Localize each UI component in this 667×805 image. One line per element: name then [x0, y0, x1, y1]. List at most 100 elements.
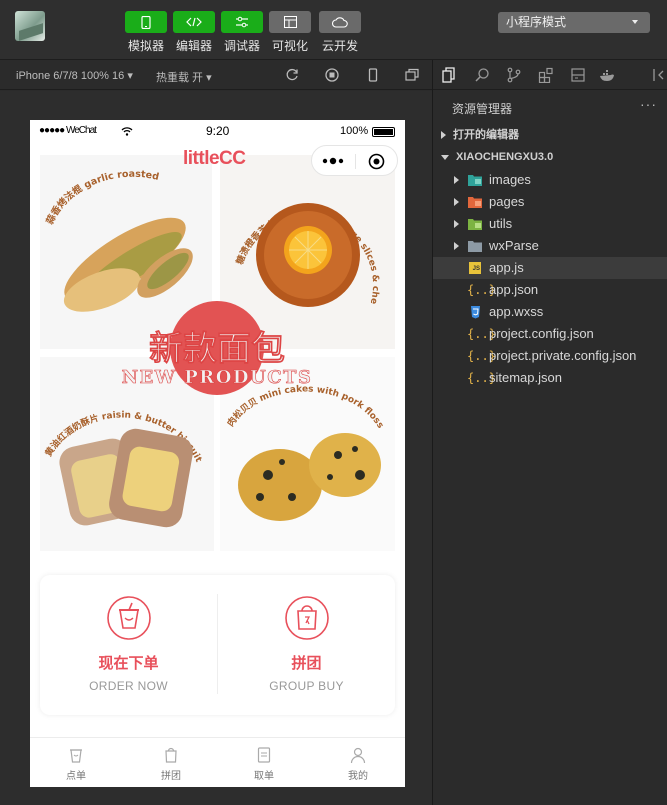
- visual-label: 可视化: [271, 39, 308, 53]
- docker-icon[interactable]: [599, 67, 615, 83]
- folder-images-label: images: [489, 172, 531, 187]
- source-control-icon[interactable]: [506, 67, 522, 83]
- chevron-down-icon: [632, 20, 638, 24]
- simulator-toolbar: iPhone 6/7/8 100% 16 ▾ 热重载 开 ▾: [0, 60, 432, 90]
- code-icon: [173, 11, 215, 33]
- file-app-json[interactable]: {..} app.json: [433, 279, 667, 301]
- device-select-value: iPhone 6/7/8 100% 16: [16, 70, 125, 82]
- simulator-label: 模拟器: [127, 39, 164, 53]
- tab-pickup[interactable]: 取单: [234, 746, 294, 782]
- user-tab-icon: [350, 747, 366, 764]
- stop-icon[interactable]: [325, 68, 339, 82]
- phone-icon: [125, 11, 167, 33]
- caption-pork: 肉松贝贝 mini cakes with pork floss: [224, 384, 385, 430]
- chevron-down-icon: [441, 154, 449, 160]
- order-now-button[interactable]: 现在下单 ORDER NOW: [40, 595, 217, 693]
- folder-pages[interactable]: pages: [433, 191, 667, 213]
- pages-folder-icon: [468, 197, 482, 208]
- tab-pickup-label: 取单: [254, 771, 274, 782]
- debugger-button[interactable]: 调试器: [221, 11, 263, 54]
- tab-mine[interactable]: 我的: [328, 746, 388, 782]
- product-tile-raisin[interactable]: 黄油红酒奶酥片 raisin & butter biscuit: [40, 357, 214, 551]
- more-actions-icon[interactable]: ···: [640, 96, 657, 112]
- collapse-panel-icon[interactable]: [651, 67, 667, 83]
- project-label: XIAOCHENGXU3.0: [456, 151, 554, 163]
- chevron-right-icon: [441, 131, 446, 140]
- carrier-text: ●●●●● WeChat: [39, 125, 97, 136]
- tab-group-label: 拼团: [161, 771, 181, 782]
- simulator-button[interactable]: 模拟器: [125, 11, 167, 54]
- open-editors-section[interactable]: 打开的编辑器: [433, 124, 667, 146]
- folder-wxparse[interactable]: wxParse: [433, 235, 667, 257]
- group-buy-cn: 拼团: [291, 655, 322, 672]
- battery-text: 100%: [340, 125, 369, 137]
- cloud-label: 云开发: [321, 39, 358, 53]
- brand-logo: littleCC: [183, 148, 246, 169]
- image-folder-icon: [468, 175, 482, 186]
- editor-button[interactable]: 编辑器: [173, 11, 215, 54]
- file-project-private-config[interactable]: {..} project.private.config.json: [433, 345, 667, 367]
- folder-wxparse-label: wxParse: [489, 238, 539, 253]
- top-toolbar: 模拟器 编辑器 调试器 可视化 云开发 小程序模式: [0, 0, 667, 60]
- file-project-config-label: project.config.json: [489, 326, 594, 341]
- tab-group[interactable]: 拼团: [141, 746, 201, 782]
- bag-tab-icon: [165, 747, 177, 763]
- capsule-divider: [355, 154, 356, 169]
- product-tile-pork[interactable]: 肉松贝贝 mini cakes with pork floss: [220, 357, 395, 551]
- cup-icon: [106, 596, 151, 640]
- file-project-private-config-label: project.private.config.json: [489, 348, 637, 363]
- search-icon[interactable]: [474, 67, 490, 83]
- file-app-js-label: app.js: [489, 260, 524, 275]
- folder-icon: [468, 241, 482, 252]
- popout-icon[interactable]: [405, 68, 419, 82]
- raisin-biscuit-image: 黄油红酒奶酥片 raisin & butter biscuit: [42, 410, 203, 528]
- folder-pages-label: pages: [489, 194, 525, 209]
- group-buy-button[interactable]: 拼团 GROUP BUY: [218, 595, 395, 693]
- debugger-label: 调试器: [223, 39, 260, 53]
- chevron-right-icon: [454, 242, 459, 250]
- files-icon[interactable]: [441, 67, 457, 83]
- tab-mine-label: 我的: [348, 771, 368, 782]
- product-tile-garlic[interactable]: 蒜香烤法棍 garlic roasted: [40, 155, 212, 349]
- more-dots-icon[interactable]: [322, 157, 344, 165]
- file-sitemap-label: sitemap.json: [489, 370, 562, 385]
- mode-select-value: 小程序模式: [506, 15, 567, 29]
- device-select[interactable]: iPhone 6/7/8 100% 16 ▾: [16, 69, 133, 82]
- css-file-icon: [471, 306, 480, 319]
- folder-utils-label: utils: [489, 216, 513, 231]
- file-app-json-label: app.json: [489, 282, 539, 297]
- project-section[interactable]: XIAOCHENGXU3.0: [433, 146, 667, 168]
- file-app-js[interactable]: JS app.js: [433, 257, 667, 279]
- close-miniprogram-icon[interactable]: [368, 153, 385, 170]
- open-editors-label: 打开的编辑器: [453, 129, 519, 141]
- editor-label: 编辑器: [175, 39, 212, 53]
- file-project-config[interactable]: {..} project.config.json: [433, 323, 667, 345]
- user-avatar[interactable]: [15, 11, 45, 41]
- hot-reload-select[interactable]: 热重载 开 ▾: [156, 69, 212, 85]
- product-tile-orange[interactable]: 糖渍橙香芝士包 candied orange slices & cheese b…: [220, 155, 395, 349]
- file-sitemap[interactable]: {..} sitemap.json: [433, 367, 667, 389]
- file-app-wxss[interactable]: app.wxss: [433, 301, 667, 323]
- chevron-right-icon: [454, 220, 459, 228]
- bottom-tab-bar: 点单 拼团 取单 我的: [30, 737, 405, 787]
- visual-button[interactable]: 可视化: [269, 11, 311, 54]
- phone-screen: ●●●●● WeChat 9:20 100% 蒜香烤法棍 garlic roas…: [30, 120, 405, 787]
- garlic-bread-image: 蒜香烤法棍 garlic roasted: [44, 169, 193, 312]
- caption-garlic: 蒜香烤法棍 garlic roasted: [44, 169, 160, 227]
- simulator-area: ●●●●● WeChat 9:20 100% 蒜香烤法棍 garlic roas…: [0, 91, 432, 805]
- mode-select[interactable]: 小程序模式: [498, 12, 650, 33]
- folder-images[interactable]: images: [433, 169, 667, 191]
- tab-order[interactable]: 点单: [46, 746, 106, 782]
- device-icon[interactable]: [366, 68, 380, 82]
- pork-floss-cake-image: 肉松贝贝 mini cakes with pork floss: [224, 384, 385, 521]
- extensions-icon[interactable]: [538, 67, 554, 83]
- folder-utils[interactable]: utils: [433, 213, 667, 235]
- wifi-icon: [121, 127, 133, 136]
- chevron-right-icon: [454, 176, 459, 184]
- receipt-tab-icon: [257, 747, 271, 763]
- refresh-icon[interactable]: [285, 68, 299, 82]
- storage-icon[interactable]: [570, 67, 586, 83]
- cloud-button[interactable]: 云开发: [319, 11, 361, 54]
- layout-icon: [269, 11, 311, 33]
- chevron-right-icon: [454, 198, 459, 206]
